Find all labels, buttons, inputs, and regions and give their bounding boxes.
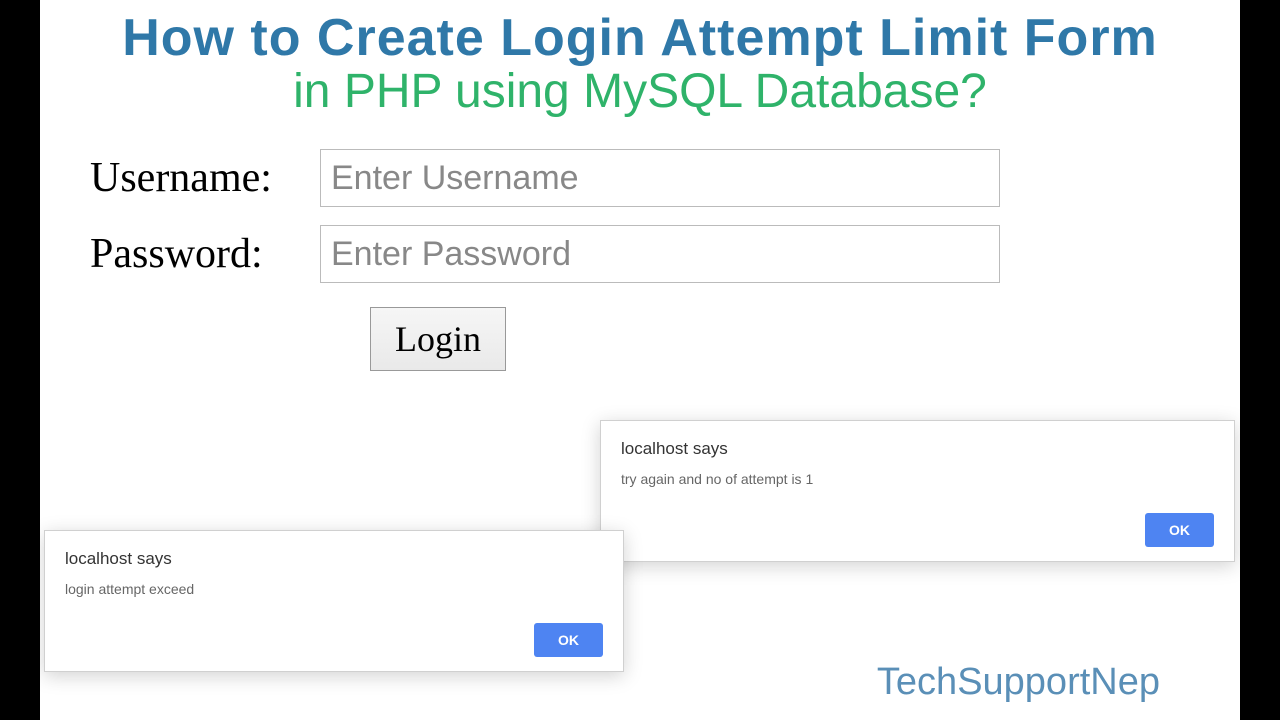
page-title-line2: in PHP using MySQL Database? xyxy=(40,64,1240,119)
alert-message: login attempt exceed xyxy=(65,581,603,597)
alert-dialog-attempt: localhost says try again and no of attem… xyxy=(600,420,1235,562)
alert-actions: OK xyxy=(621,513,1214,547)
page-title-line1: How to Create Login Attempt Limit Form xyxy=(40,0,1240,68)
alert-message: try again and no of attempt is 1 xyxy=(621,471,1214,487)
username-label: Username: xyxy=(90,154,320,202)
page-canvas: How to Create Login Attempt Limit Form i… xyxy=(40,0,1240,720)
login-form: Username: Password: Login xyxy=(40,149,1240,371)
password-input[interactable] xyxy=(320,225,1000,283)
login-button[interactable]: Login xyxy=(370,307,506,371)
alert-title: localhost says xyxy=(621,439,1214,459)
password-row: Password: xyxy=(90,225,1240,283)
password-label: Password: xyxy=(90,230,320,278)
brand-label: TechSupportNep xyxy=(877,661,1160,704)
alert-actions: OK xyxy=(65,623,603,657)
alert-title: localhost says xyxy=(65,549,603,569)
ok-button[interactable]: OK xyxy=(1145,513,1214,547)
username-row: Username: xyxy=(90,149,1240,207)
alert-dialog-exceed: localhost says login attempt exceed OK xyxy=(44,530,624,672)
ok-button[interactable]: OK xyxy=(534,623,603,657)
username-input[interactable] xyxy=(320,149,1000,207)
